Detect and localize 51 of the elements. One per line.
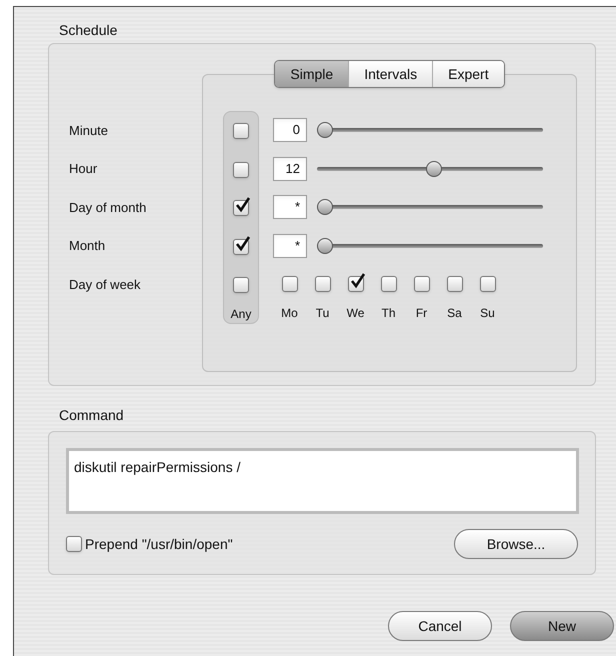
slider[interactable] [317,199,543,216]
value-field[interactable]: * [273,234,307,258]
row-label: Day of month [69,198,146,217]
day-label: We [346,304,364,322]
section-title: Schedule [59,21,118,39]
checkbox-label[interactable]: Prepend "/usr/bin/open" [85,534,233,554]
checkbox[interactable] [314,276,330,292]
tab[interactable]: Simple [275,61,348,87]
checkmark-icon [350,273,366,290]
slider-thumb[interactable] [426,160,442,177]
slider[interactable] [317,160,543,177]
section-title: Command [59,406,124,424]
slider-thumb[interactable] [317,238,333,254]
day-label: Tu [316,304,330,322]
slider[interactable] [317,238,543,254]
day-label: Mo [281,304,298,322]
checkbox[interactable] [414,276,430,292]
slider-thumb[interactable] [317,122,333,138]
tab[interactable]: Intervals [348,61,432,87]
dialog-button[interactable]: Cancel [388,611,492,641]
checkbox[interactable] [233,123,249,140]
checkbox[interactable] [233,200,249,216]
checkbox[interactable] [233,162,249,178]
command-field[interactable]: diskutil repairPermissions / [66,448,579,514]
value-field[interactable]: * [273,195,307,220]
day-label: Su [480,304,495,322]
checkbox[interactable] [282,276,298,292]
checkbox[interactable] [233,277,249,294]
checkbox[interactable] [233,238,249,255]
row-label: Hour [69,160,98,178]
checkmark-icon [235,197,251,214]
row-label: Day of week [69,276,141,294]
column-label: Any [230,306,252,322]
checkmark-icon [235,236,251,252]
day-label: Sa [447,304,462,322]
row-label: Minute [69,122,108,140]
day-label: Fr [416,304,428,322]
value-field[interactable]: 12 [273,156,307,181]
tab[interactable]: Expert [432,61,504,87]
checkbox[interactable] [480,276,496,292]
row-label: Month [69,237,106,255]
slider-thumb[interactable] [317,199,333,216]
checkbox[interactable] [380,276,396,292]
day-label: Th [381,304,396,322]
checkbox[interactable] [446,276,462,292]
slider[interactable] [317,122,543,138]
checkbox[interactable] [348,276,364,292]
value-field[interactable]: 0 [273,118,307,142]
browse-button[interactable]: Browse... [454,529,578,559]
checkbox[interactable] [66,536,82,552]
dialog-button[interactable]: New [510,611,614,641]
